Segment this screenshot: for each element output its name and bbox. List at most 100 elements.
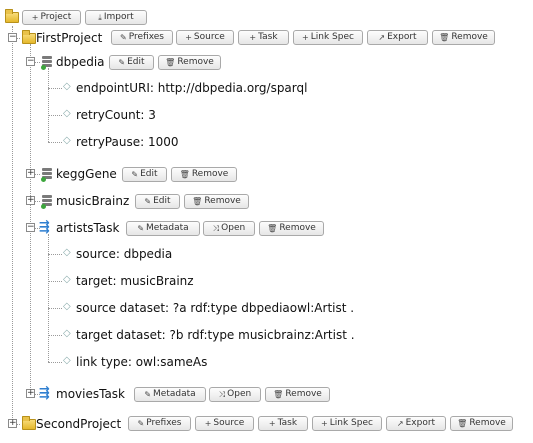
import-label: Import: [103, 12, 134, 22]
export-icon: ↗: [396, 419, 404, 428]
shuffle-icon: ⤨: [218, 390, 226, 399]
metadata-button[interactable]: ✎ Metadata: [126, 221, 200, 236]
property-text: target: musicBrainz: [76, 274, 194, 288]
metadata-button[interactable]: ✎ Metadata: [134, 387, 206, 402]
add-task-button[interactable]: + Task: [238, 30, 289, 45]
trash-icon: 🗑: [267, 224, 278, 233]
root-folder-icon: [5, 9, 19, 23]
remove-label: Remove: [204, 196, 241, 206]
edit-label: Edit: [127, 57, 145, 67]
edit-source-button[interactable]: ✎ Edit: [135, 194, 180, 209]
prefixes-button[interactable]: ✎ Prefixes: [111, 30, 173, 45]
import-icon: ⤓: [98, 13, 102, 22]
trash-icon: 🗑: [165, 58, 176, 67]
add-source-button[interactable]: + Source: [176, 30, 234, 45]
plus-icon: +: [302, 33, 309, 42]
remove-project-button[interactable]: 🗑 Remove: [432, 30, 495, 45]
add-linkspec-button[interactable]: + Link Spec: [312, 416, 382, 431]
metadata-label: Metadata: [153, 389, 196, 399]
tree-line-firstproject: [30, 44, 31, 394]
export-icon: ↗: [378, 33, 386, 42]
property-text: retryPause: 1000: [76, 135, 179, 149]
add-project-label: Project: [40, 12, 72, 22]
tree-line-root: [12, 26, 13, 424]
collapse-toggle-dbpedia[interactable]: −: [26, 57, 35, 66]
remove-label: Remove: [285, 389, 322, 399]
trash-icon: 🗑: [179, 170, 190, 179]
remove-task-button[interactable]: 🗑 Remove: [259, 221, 324, 236]
project-name[interactable]: SecondProject: [36, 417, 121, 432]
tree-branch: [48, 115, 62, 116]
source-name[interactable]: musicBrainz: [56, 194, 129, 209]
wrench-icon: ✎: [131, 170, 139, 179]
tag-icon: ◇: [63, 108, 71, 119]
wrench-icon: ✎: [118, 58, 126, 67]
property-text: source: dbpedia: [76, 247, 173, 261]
open-label: Open: [227, 389, 252, 399]
trash-icon: 🗑: [273, 390, 284, 399]
collapse-toggle-artiststask[interactable]: −: [26, 223, 35, 232]
tree-branch: [48, 362, 62, 363]
open-task-button[interactable]: ⤨ Open: [203, 221, 255, 236]
open-label: Open: [221, 223, 246, 233]
property-text: endpointURI: http://dbpedia.org/sparql: [76, 81, 308, 95]
add-linkspec-button[interactable]: + Link Spec: [293, 30, 363, 45]
edit-source-button[interactable]: ✎ Edit: [109, 55, 154, 70]
export-button[interactable]: ↗ Export: [367, 30, 428, 45]
tree-branch: [48, 335, 62, 336]
add-task-button[interactable]: + Task: [258, 416, 308, 431]
plus-icon: +: [321, 419, 328, 428]
property-text: retryCount: 3: [76, 108, 156, 122]
project-folder-icon: [22, 416, 36, 430]
remove-label: Remove: [279, 223, 316, 233]
remove-source-button[interactable]: 🗑 Remove: [184, 194, 249, 209]
tag-icon: ◇: [63, 274, 71, 285]
expand-toggle-kegggene[interactable]: +: [26, 169, 35, 178]
prefixes-button[interactable]: ✎ Prefixes: [128, 416, 191, 431]
property-text: source dataset: ?a rdf:type dbpediaowl:A…: [76, 301, 355, 315]
add-linkspec-label: Link Spec: [310, 32, 354, 42]
edit-label: Edit: [140, 169, 158, 179]
tree-branch: [48, 308, 62, 309]
remove-source-button[interactable]: 🗑 Remove: [171, 167, 237, 182]
source-name[interactable]: keggGene: [56, 167, 117, 182]
add-source-label: Source: [213, 418, 245, 428]
export-button[interactable]: ↗ Export: [386, 416, 446, 431]
add-task-label: Task: [277, 418, 298, 428]
tag-icon: ◇: [63, 328, 71, 339]
remove-source-button[interactable]: 🗑 Remove: [158, 55, 221, 70]
add-source-button[interactable]: + Source: [195, 416, 254, 431]
open-task-button[interactable]: ⤨ Open: [209, 387, 261, 402]
remove-label: Remove: [191, 169, 229, 179]
source-name[interactable]: dbpedia: [56, 55, 105, 70]
wrench-icon: ✎: [144, 390, 152, 399]
plus-icon: +: [204, 419, 212, 428]
expand-toggle-secondproject[interactable]: +: [8, 419, 17, 428]
collapse-toggle-firstproject[interactable]: −: [8, 33, 17, 42]
task-name[interactable]: artistsTask: [56, 221, 119, 236]
trash-icon: 🗑: [439, 33, 450, 42]
import-button[interactable]: ⤓ Import: [85, 10, 147, 25]
metadata-label: Metadata: [146, 223, 189, 233]
task-name[interactable]: moviesTask: [56, 387, 125, 402]
remove-project-button[interactable]: 🗑 Remove: [450, 416, 513, 431]
tag-icon: ◇: [63, 355, 71, 366]
expand-toggle-musicbrainz[interactable]: +: [26, 196, 35, 205]
datasource-icon: [41, 56, 52, 70]
expand-toggle-moviestask[interactable]: +: [26, 389, 35, 398]
project-name[interactable]: FirstProject: [36, 31, 102, 46]
trash-icon: 🗑: [192, 197, 203, 206]
add-source-label: Source: [193, 32, 225, 42]
remove-project-label: Remove: [469, 418, 506, 428]
tag-icon: ◇: [63, 301, 71, 312]
add-task-label: Task: [258, 32, 278, 42]
remove-project-label: Remove: [451, 32, 488, 42]
task-icon: ⇶: [39, 220, 50, 235]
add-linkspec-label: Link Spec: [329, 418, 373, 428]
tag-icon: ◇: [63, 135, 71, 146]
tree-branch: [48, 281, 62, 282]
export-label: Export: [387, 32, 417, 42]
edit-source-button[interactable]: ✎ Edit: [122, 167, 167, 182]
remove-task-button[interactable]: 🗑 Remove: [265, 387, 330, 402]
add-project-button[interactable]: + Project: [22, 10, 81, 25]
